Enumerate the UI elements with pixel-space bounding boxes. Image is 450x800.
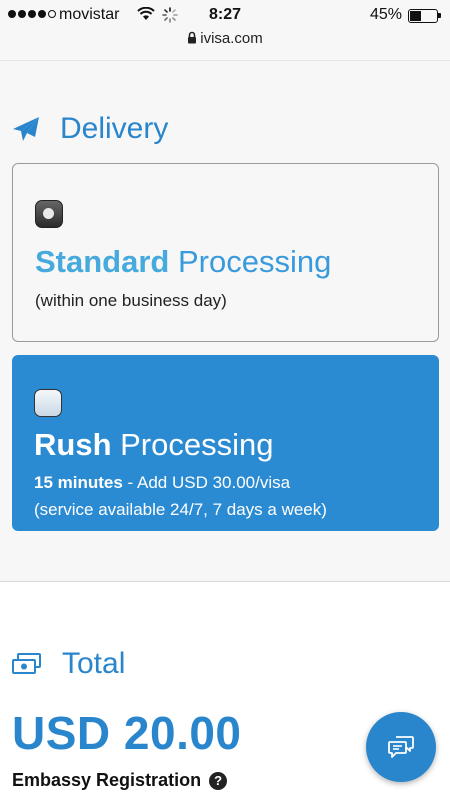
total-heading: Total bbox=[12, 647, 125, 681]
embassy-registration-line: Embassy Registration ? bbox=[12, 770, 228, 791]
rush-processing-price: 15 minutes - Add USD 30.00/visa bbox=[34, 473, 291, 492]
paper-plane-icon bbox=[13, 117, 39, 141]
standard-processing-title: Standard Processing bbox=[35, 244, 332, 279]
total-title: Total bbox=[62, 647, 126, 680]
question-circle-icon[interactable]: ? bbox=[209, 771, 228, 790]
total-amount: USD 20.00 bbox=[12, 707, 242, 759]
battery-icon bbox=[408, 9, 441, 23]
money-stack-icon bbox=[12, 653, 41, 674]
rush-processing-option[interactable]: Rush Processing 15 minutes - Add USD 30.… bbox=[12, 355, 439, 531]
standard-radio-button[interactable] bbox=[35, 200, 63, 228]
rush-processing-availability: (service available 24/7, 7 days a week) bbox=[34, 500, 327, 519]
chat-button[interactable] bbox=[366, 712, 436, 782]
rush-processing-title: Rush Processing bbox=[34, 427, 274, 462]
delivery-heading: Delivery bbox=[12, 112, 168, 146]
rush-radio-button[interactable] bbox=[34, 389, 62, 417]
status-bar: movistar 8:27 45% bbox=[0, 0, 450, 30]
delivery-title: Delivery bbox=[60, 112, 169, 145]
divider bbox=[0, 60, 450, 61]
chat-bubbles-icon bbox=[388, 736, 414, 758]
embassy-registration-label: Embassy Registration bbox=[12, 770, 202, 790]
battery-percent: 45% bbox=[369, 6, 402, 23]
lock-icon bbox=[188, 31, 197, 44]
standard-processing-option[interactable]: Standard Processing (within one business… bbox=[12, 163, 439, 342]
url-text: ivisa.com bbox=[200, 30, 263, 47]
standard-processing-subtitle: (within one business day) bbox=[35, 291, 227, 310]
address-bar[interactable]: ivisa.com bbox=[0, 30, 450, 60]
